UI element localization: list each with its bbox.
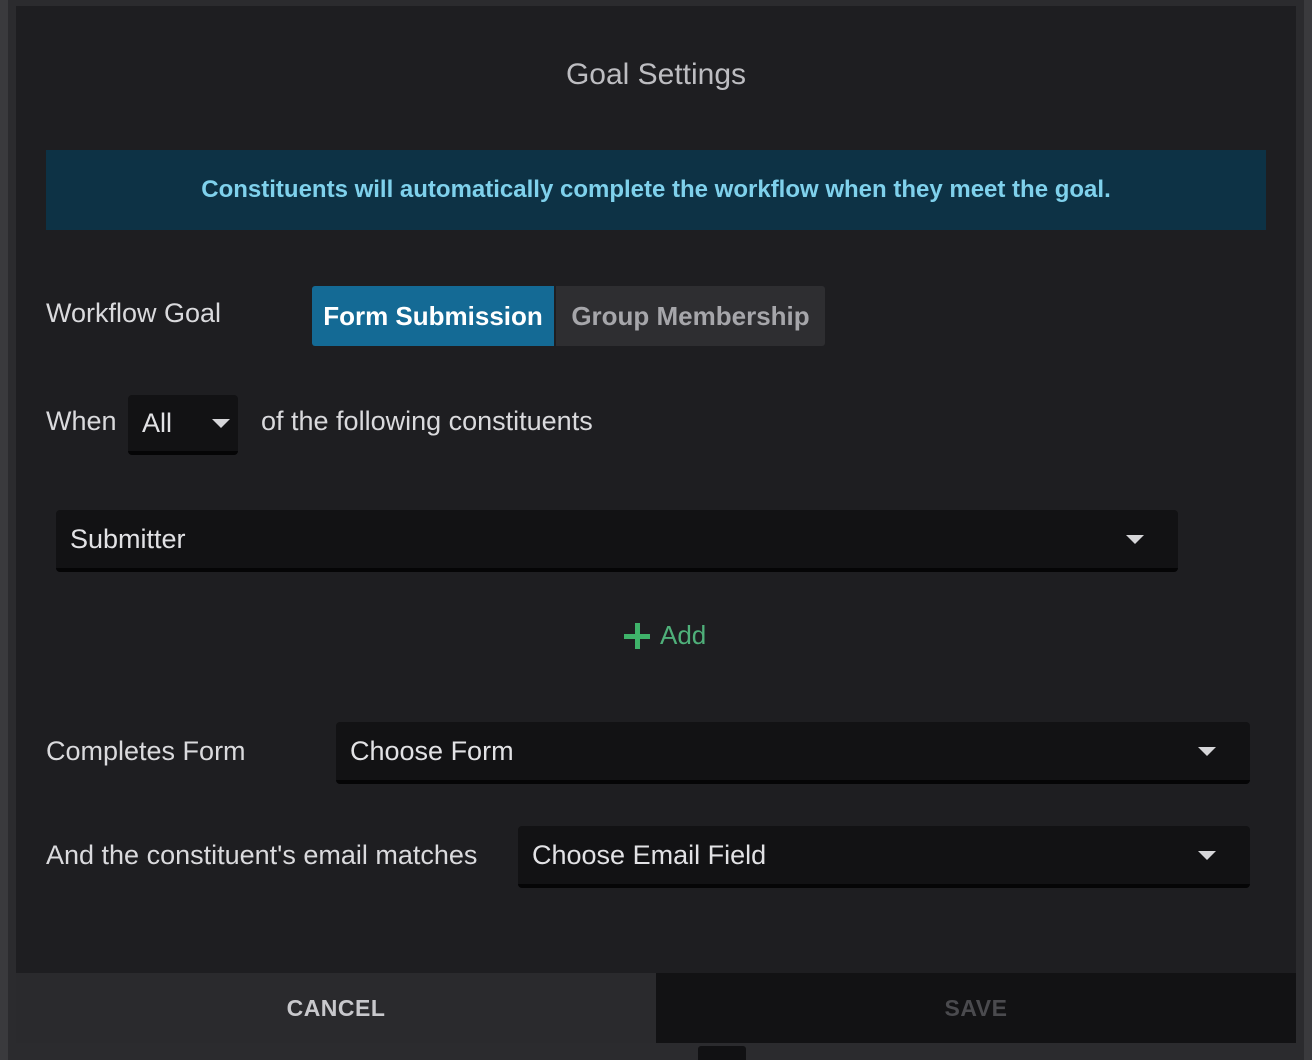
constituent-select[interactable]: Submitter	[56, 510, 1178, 572]
chevron-down-icon	[212, 418, 230, 428]
email-field-select[interactable]: Choose Email Field	[518, 826, 1250, 888]
chevron-down-icon	[1126, 534, 1144, 544]
info-banner-text: Constituents will automatically complete…	[201, 176, 1111, 203]
form-select-value: Choose Form	[350, 735, 514, 766]
workflow-goal-toggle: Form Submission Group Membership	[312, 286, 825, 346]
workflow-goal-label: Workflow Goal	[46, 298, 222, 328]
form-select[interactable]: Choose Form	[336, 722, 1250, 784]
when-label: When	[46, 406, 117, 436]
quantifier-select[interactable]: All	[128, 395, 238, 455]
plus-icon	[624, 622, 650, 649]
backdrop-edge-left	[0, 0, 8, 1060]
constituent-value: Submitter	[70, 523, 186, 554]
backdrop-fragment	[698, 1046, 746, 1060]
following-constituents-label: of the following constituents	[261, 406, 593, 436]
quantifier-value: All	[142, 407, 173, 438]
group-membership-option[interactable]: Group Membership	[556, 286, 825, 346]
info-banner: Constituents will automatically complete…	[46, 150, 1266, 230]
chevron-down-icon	[1198, 746, 1216, 756]
chevron-down-icon	[1198, 850, 1216, 860]
cancel-button[interactable]: CANCEL	[16, 973, 656, 1043]
save-button[interactable]: SAVE	[656, 973, 1296, 1043]
completes-form-label: Completes Form	[46, 736, 246, 766]
form-submission-option[interactable]: Form Submission	[312, 286, 554, 346]
email-matches-label: And the constituent's email matches	[46, 840, 478, 870]
goal-settings-dialog: Goal Settings Constituents will automati…	[16, 6, 1296, 1043]
dialog-title: Goal Settings	[565, 58, 747, 91]
dialog-footer: CANCEL SAVE	[16, 973, 1296, 1043]
backdrop-edge-right	[1304, 0, 1312, 1060]
add-constituent-button[interactable]: Add	[624, 620, 706, 651]
add-label: Add	[660, 620, 707, 650]
email-field-value: Choose Email Field	[532, 839, 767, 870]
